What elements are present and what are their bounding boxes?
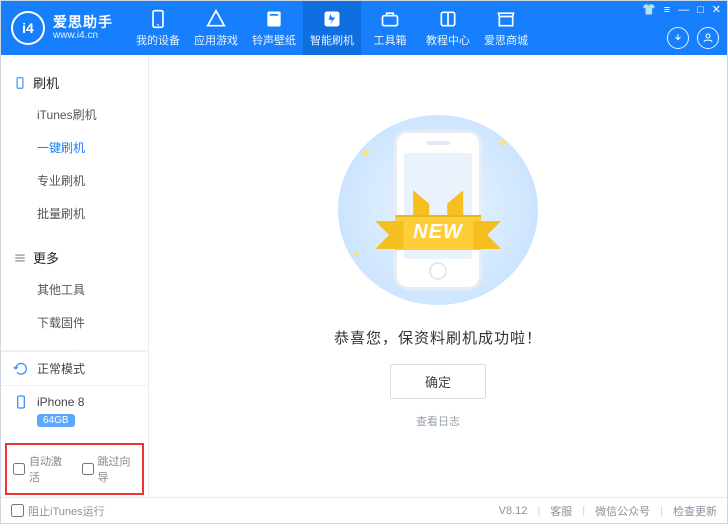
- menu-icon[interactable]: ≡: [664, 5, 670, 16]
- body: 刷机 iTunes刷机 一键刷机 专业刷机 批量刷机 更多: [1, 55, 727, 497]
- user-icon[interactable]: [697, 27, 719, 49]
- sparkle-icon: ✦: [352, 250, 360, 261]
- window-controls: 👕 ≡ — □ ✕: [642, 5, 721, 16]
- flash-icon: [322, 9, 342, 29]
- capacity-badge: 64GB: [37, 414, 75, 427]
- nav-label: 我的设备: [136, 32, 180, 48]
- side-panels: 正常模式 iPhone 8 64GB 自动激活: [1, 350, 148, 497]
- group-head-more[interactable]: 更多: [1, 242, 148, 273]
- checkbox-auto-activate[interactable]: 自动激活: [13, 453, 68, 485]
- header: i4 爱思助手 www.i4.cn 我的设备 应用游戏 铃声壁纸 智能刷机: [1, 1, 727, 55]
- list-icon: [13, 251, 27, 265]
- nav-apps-games[interactable]: 应用游戏: [187, 1, 245, 55]
- music-icon: [264, 9, 284, 29]
- brand-url: www.i4.cn: [53, 30, 113, 42]
- options-highlight-box: 自动激活 跳过向导: [5, 443, 144, 495]
- brand-logo-icon: i4: [11, 11, 45, 45]
- sidebar-item-itunes-flash[interactable]: iTunes刷机: [1, 98, 148, 131]
- maximize-icon[interactable]: □: [697, 5, 704, 16]
- book-icon: [438, 9, 458, 29]
- group-title: 刷机: [33, 73, 59, 92]
- sidebar-item-oneclick-flash[interactable]: 一键刷机: [1, 131, 148, 164]
- nav-label: 教程中心: [426, 32, 470, 48]
- sidebar-group-flash: 刷机 iTunes刷机 一键刷机 专业刷机 批量刷机: [1, 61, 148, 236]
- nav-ringtone-wallpaper[interactable]: 铃声壁纸: [245, 1, 303, 55]
- app-window: i4 爱思助手 www.i4.cn 我的设备 应用游戏 铃声壁纸 智能刷机: [0, 0, 728, 524]
- apps-icon: [206, 9, 226, 29]
- nav-label: 应用游戏: [194, 32, 238, 48]
- phone-illustration-icon: [394, 130, 482, 290]
- checkbox-input[interactable]: [11, 504, 24, 517]
- store-icon: [496, 9, 516, 29]
- main-panel: ✦ ✦ ✦ NEW 恭喜您，保资料刷机成功啦！ 确定 查看日志: [149, 55, 727, 497]
- sparkle-icon: ✦: [360, 145, 372, 162]
- tshirt-icon[interactable]: 👕: [642, 5, 656, 16]
- brand-title: 爱思助手: [53, 14, 113, 31]
- nav-store[interactable]: 爱思商城: [477, 1, 535, 55]
- toolbox-icon: [380, 9, 400, 29]
- sidebar: 刷机 iTunes刷机 一键刷机 专业刷机 批量刷机 更多: [1, 55, 149, 497]
- sidebar-item-pro-flash[interactable]: 专业刷机: [1, 164, 148, 197]
- mode-row[interactable]: 正常模式: [1, 351, 148, 386]
- footer: 阻止iTunes运行 V8.12 | 客服 | 微信公众号 | 检查更新: [1, 497, 727, 523]
- group-title: 更多: [33, 248, 59, 267]
- checkbox-input[interactable]: [13, 463, 25, 475]
- checkbox-label: 跳过向导: [98, 453, 137, 485]
- refresh-icon: [13, 361, 29, 377]
- nav-label: 铃声壁纸: [252, 32, 296, 48]
- sidebar-item-other-tools[interactable]: 其他工具: [1, 273, 148, 306]
- check-update-link[interactable]: 检查更新: [673, 503, 717, 519]
- nav-label: 爱思商城: [484, 32, 528, 48]
- minimize-icon[interactable]: —: [678, 5, 689, 16]
- ok-button[interactable]: 确定: [390, 364, 486, 399]
- new-ribbon: NEW: [395, 215, 481, 250]
- sidebar-item-advanced[interactable]: 高级功能: [1, 339, 148, 350]
- mode-label: 正常模式: [37, 360, 85, 377]
- top-nav: 我的设备 应用游戏 铃声壁纸 智能刷机 工具箱 教程中心: [129, 1, 535, 55]
- sparkle-icon: ✦: [496, 135, 508, 152]
- nav-label: 工具箱: [374, 32, 407, 48]
- sidebar-group-more: 更多 其他工具 下载固件 高级功能: [1, 236, 148, 350]
- close-icon[interactable]: ✕: [712, 5, 721, 16]
- wechat-link[interactable]: 微信公众号: [595, 503, 650, 519]
- checkbox-block-itunes[interactable]: 阻止iTunes运行: [11, 503, 105, 519]
- group-head-flash[interactable]: 刷机: [1, 67, 148, 98]
- version-label: V8.12: [499, 505, 528, 517]
- view-log-link[interactable]: 查看日志: [416, 413, 460, 429]
- nav-label: 智能刷机: [310, 32, 354, 48]
- checkbox-input[interactable]: [82, 463, 94, 475]
- phone-outline-icon: [13, 76, 27, 90]
- checkbox-skip-guide[interactable]: 跳过向导: [82, 453, 137, 485]
- checkbox-label: 自动激活: [29, 453, 68, 485]
- download-icon[interactable]: [667, 27, 689, 49]
- phone-icon: [148, 9, 168, 29]
- sidebar-item-batch-flash[interactable]: 批量刷机: [1, 197, 148, 230]
- success-message: 恭喜您，保资料刷机成功啦！: [334, 327, 542, 348]
- brand: i4 爱思助手 www.i4.cn: [1, 1, 123, 55]
- checkbox-label: 阻止iTunes运行: [28, 503, 105, 519]
- nav-my-device[interactable]: 我的设备: [129, 1, 187, 55]
- support-link[interactable]: 客服: [550, 503, 572, 519]
- success-illustration: ✦ ✦ ✦ NEW: [338, 115, 538, 305]
- ribbon-text: NEW: [395, 215, 481, 250]
- nav-tutorials[interactable]: 教程中心: [419, 1, 477, 55]
- device-icon: [13, 394, 29, 410]
- sidebar-item-download-firmware[interactable]: 下载固件: [1, 306, 148, 339]
- device-name: iPhone 8: [37, 395, 84, 409]
- nav-toolbox[interactable]: 工具箱: [361, 1, 419, 55]
- device-block[interactable]: iPhone 8 64GB: [1, 386, 148, 437]
- nav-smart-flash[interactable]: 智能刷机: [303, 1, 361, 55]
